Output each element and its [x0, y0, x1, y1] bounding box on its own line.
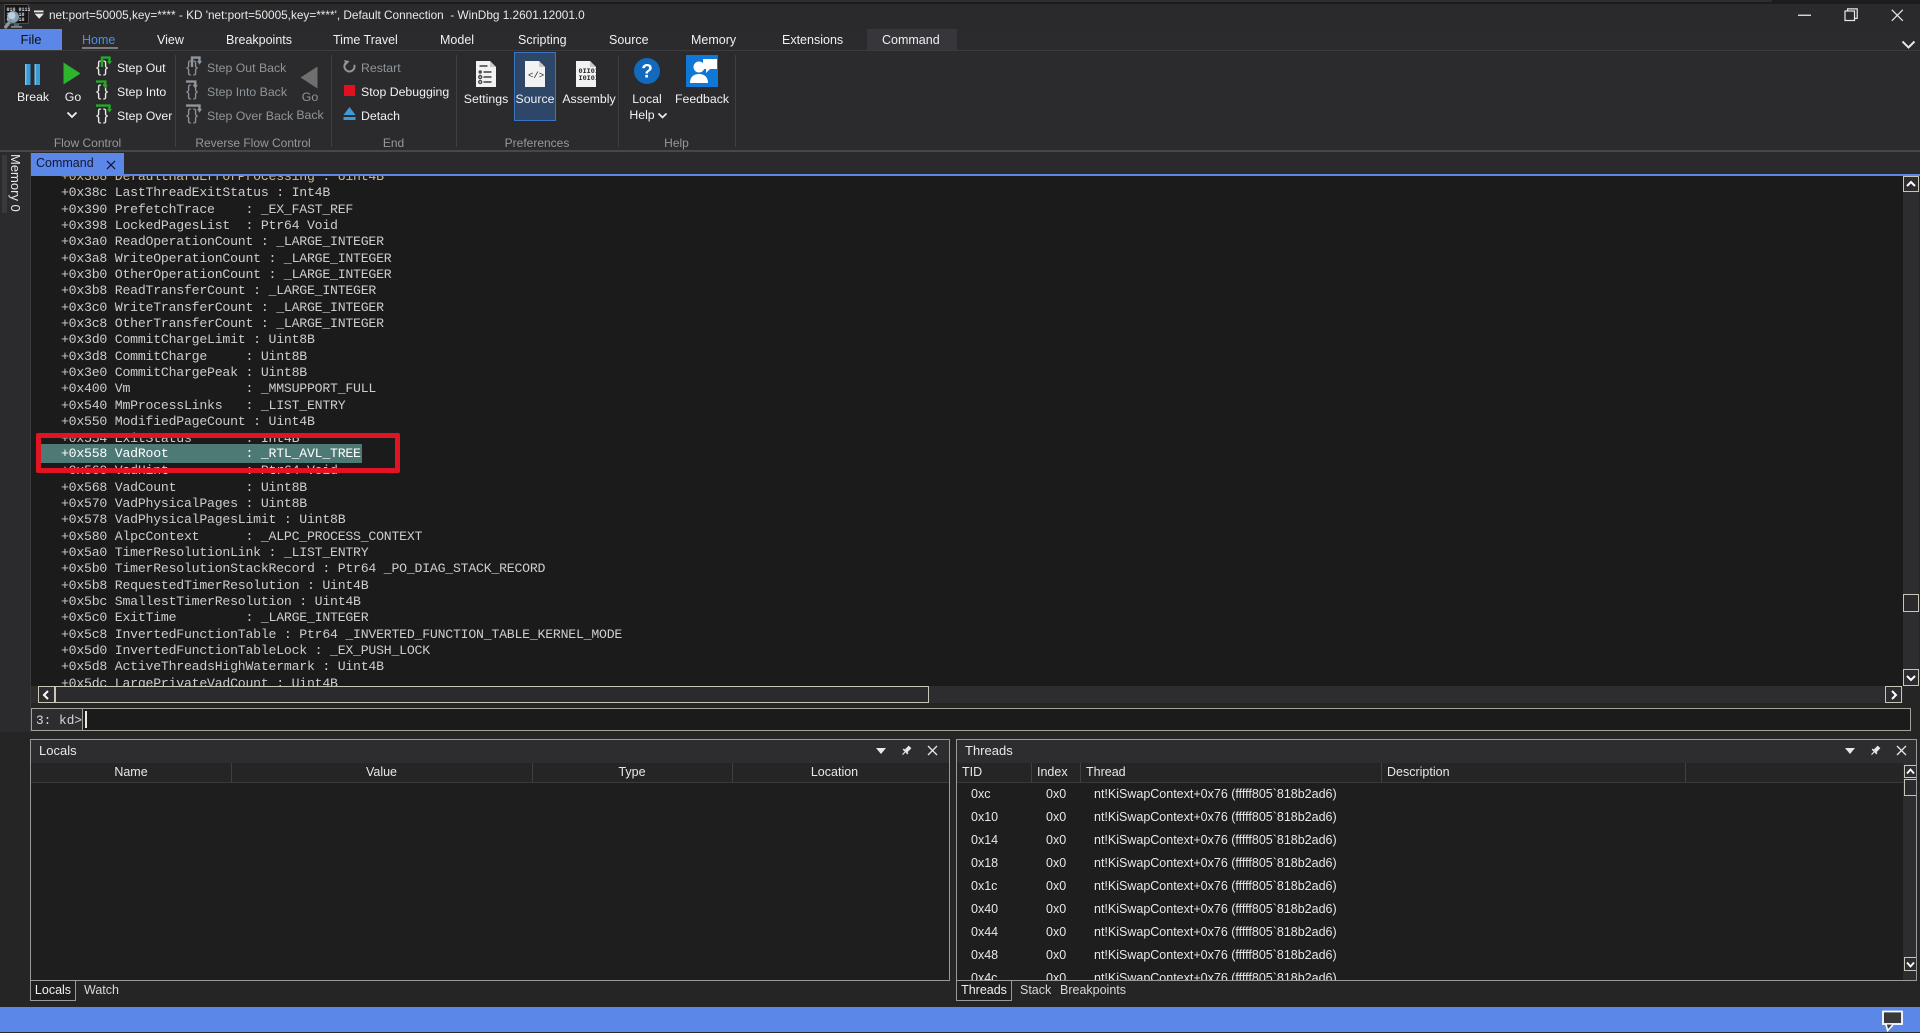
- svg-text:I0I0I: I0I0I: [579, 75, 598, 83]
- svg-text:?: ?: [641, 62, 653, 83]
- svg-text:</>: </>: [528, 71, 544, 81]
